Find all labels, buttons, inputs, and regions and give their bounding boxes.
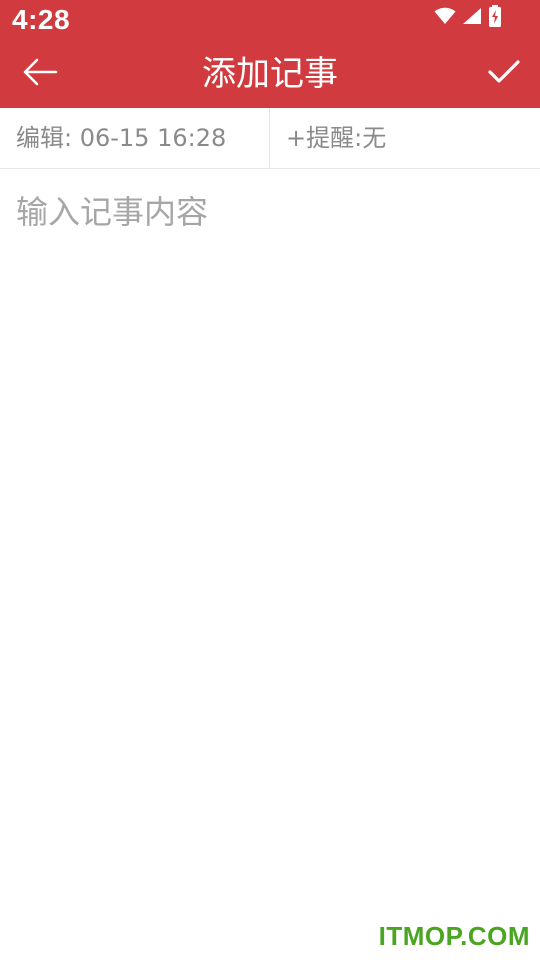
screen: 4:28 添加记事 编辑: 06-15 16:28 +提醒:无 输入记事内容 I… [0, 0, 540, 960]
toolbar: 添加记事 [0, 44, 540, 108]
watermark: ITMOP.COM [378, 921, 530, 951]
edit-time-label: 编辑: 06-15 16:28 [0, 108, 270, 168]
note-content-area [0, 169, 540, 929]
confirm-button[interactable] [482, 52, 526, 96]
check-icon [488, 59, 520, 89]
note-content-input[interactable] [16, 169, 524, 927]
wifi-icon [434, 7, 456, 29]
status-bar: 4:28 [0, 0, 540, 44]
signal-icon [462, 7, 482, 29]
add-reminder-button[interactable]: +提醒:无 [270, 108, 540, 168]
status-time: 4:28 [12, 4, 71, 35]
status-icons [434, 5, 502, 31]
page-title: 添加记事 [202, 54, 338, 94]
battery-charging-icon [488, 5, 502, 31]
note-info-row: 编辑: 06-15 16:28 +提醒:无 [0, 108, 540, 169]
